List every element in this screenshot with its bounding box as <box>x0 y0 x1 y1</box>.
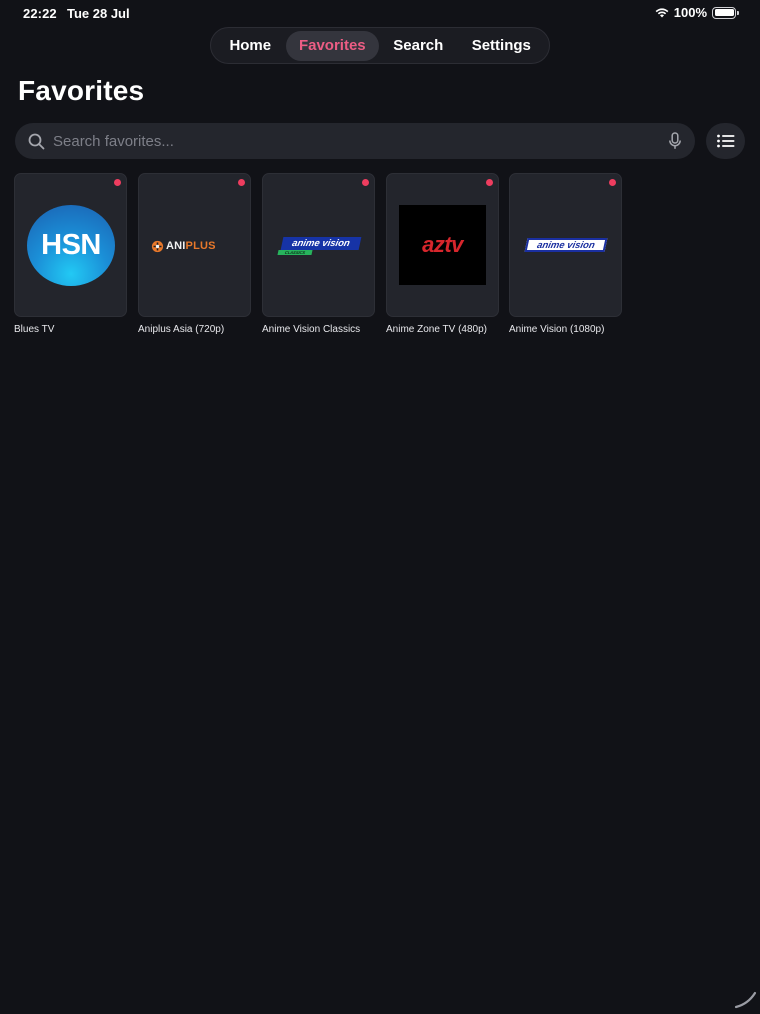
tab-favorites[interactable]: Favorites <box>285 30 380 61</box>
microphone-icon[interactable] <box>668 132 682 150</box>
loading-spinner-icon <box>734 991 757 1009</box>
list-icon <box>716 134 734 148</box>
channel-logo: anime vision <box>524 238 608 252</box>
channel-logo: anime vision <box>280 237 362 250</box>
logo-text: aztv <box>422 232 463 257</box>
aniplus-mark-icon <box>151 240 164 252</box>
channel-thumbnail: aztv <box>386 173 499 317</box>
live-indicator <box>238 179 245 186</box>
channel-card[interactable]: HSN Blues TV <box>14 173 127 337</box>
status-bar: 22:22 Tue 28 Jul 100% <box>0 0 760 26</box>
channel-thumbnail: anime vision <box>509 173 622 317</box>
list-view-button[interactable] <box>706 123 745 159</box>
channel-card[interactable]: anime vision Anime Vision (1080p) <box>509 173 622 337</box>
channel-title: Anime Vision (1080p) <box>509 324 605 335</box>
channel-card[interactable]: ANIPLUS Aniplus Asia (720p) <box>138 173 251 337</box>
tab-search[interactable]: Search <box>379 31 458 61</box>
logo-subtitle: CLASSICS <box>277 250 313 255</box>
logo-text: ANIPLUS <box>166 240 216 252</box>
channel-thumbnail: ANIPLUS <box>138 173 251 317</box>
search-input[interactable] <box>53 123 653 159</box>
wifi-icon <box>655 8 669 18</box>
tab-home[interactable]: Home <box>215 31 286 61</box>
top-nav: Home Favorites Search Settings <box>210 27 550 64</box>
channel-thumbnail: HSN <box>14 173 127 317</box>
channel-card[interactable]: anime vision CLASSICS Anime Vision Class… <box>262 173 375 337</box>
search-icon <box>28 133 45 150</box>
channel-thumbnail: anime vision CLASSICS <box>262 173 375 317</box>
channel-logo: ANIPLUS <box>151 238 241 254</box>
live-indicator <box>486 179 493 186</box>
live-indicator <box>609 179 616 186</box>
channel-logo: HSN <box>27 205 115 286</box>
channel-title: Anime Zone TV (480p) <box>386 324 487 335</box>
channel-logo: aztv <box>399 205 486 285</box>
battery-icon <box>712 6 739 19</box>
battery-percent: 100% <box>673 5 707 20</box>
live-indicator <box>114 179 121 186</box>
tab-settings[interactable]: Settings <box>458 31 545 61</box>
channel-title: Blues TV <box>14 324 55 335</box>
status-date: Tue 28 Jul <box>67 6 130 21</box>
channel-title: Aniplus Asia (720p) <box>138 324 225 335</box>
logo-text: HSN <box>41 229 101 261</box>
status-time: 22:22 <box>23 6 57 21</box>
search-bar <box>15 123 695 159</box>
channel-title: Anime Vision Classics <box>262 324 361 335</box>
live-indicator <box>362 179 369 186</box>
channel-card[interactable]: aztv Anime Zone TV (480p) <box>386 173 499 337</box>
status-indicators: 100% <box>655 5 739 20</box>
page-title: Favorites <box>18 75 145 106</box>
